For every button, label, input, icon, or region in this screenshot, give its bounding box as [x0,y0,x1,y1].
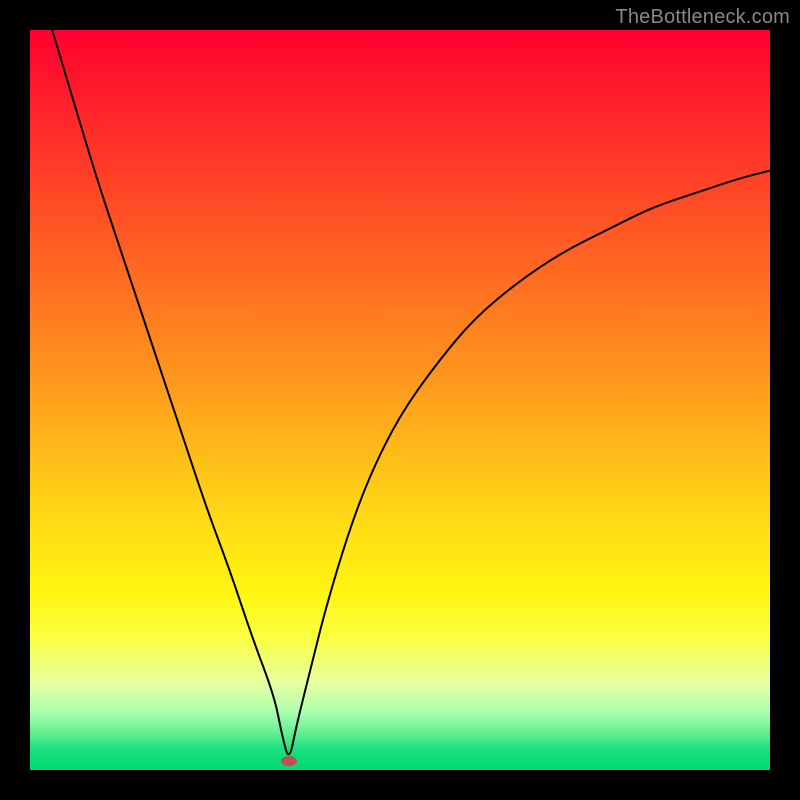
minimum-marker [281,756,297,766]
bottleneck-curve-line [52,30,770,754]
chart-svg [30,30,770,770]
watermark-text: TheBottleneck.com [615,6,790,29]
chart-frame: TheBottleneck.com [0,0,800,800]
chart-plot-area [30,30,770,770]
